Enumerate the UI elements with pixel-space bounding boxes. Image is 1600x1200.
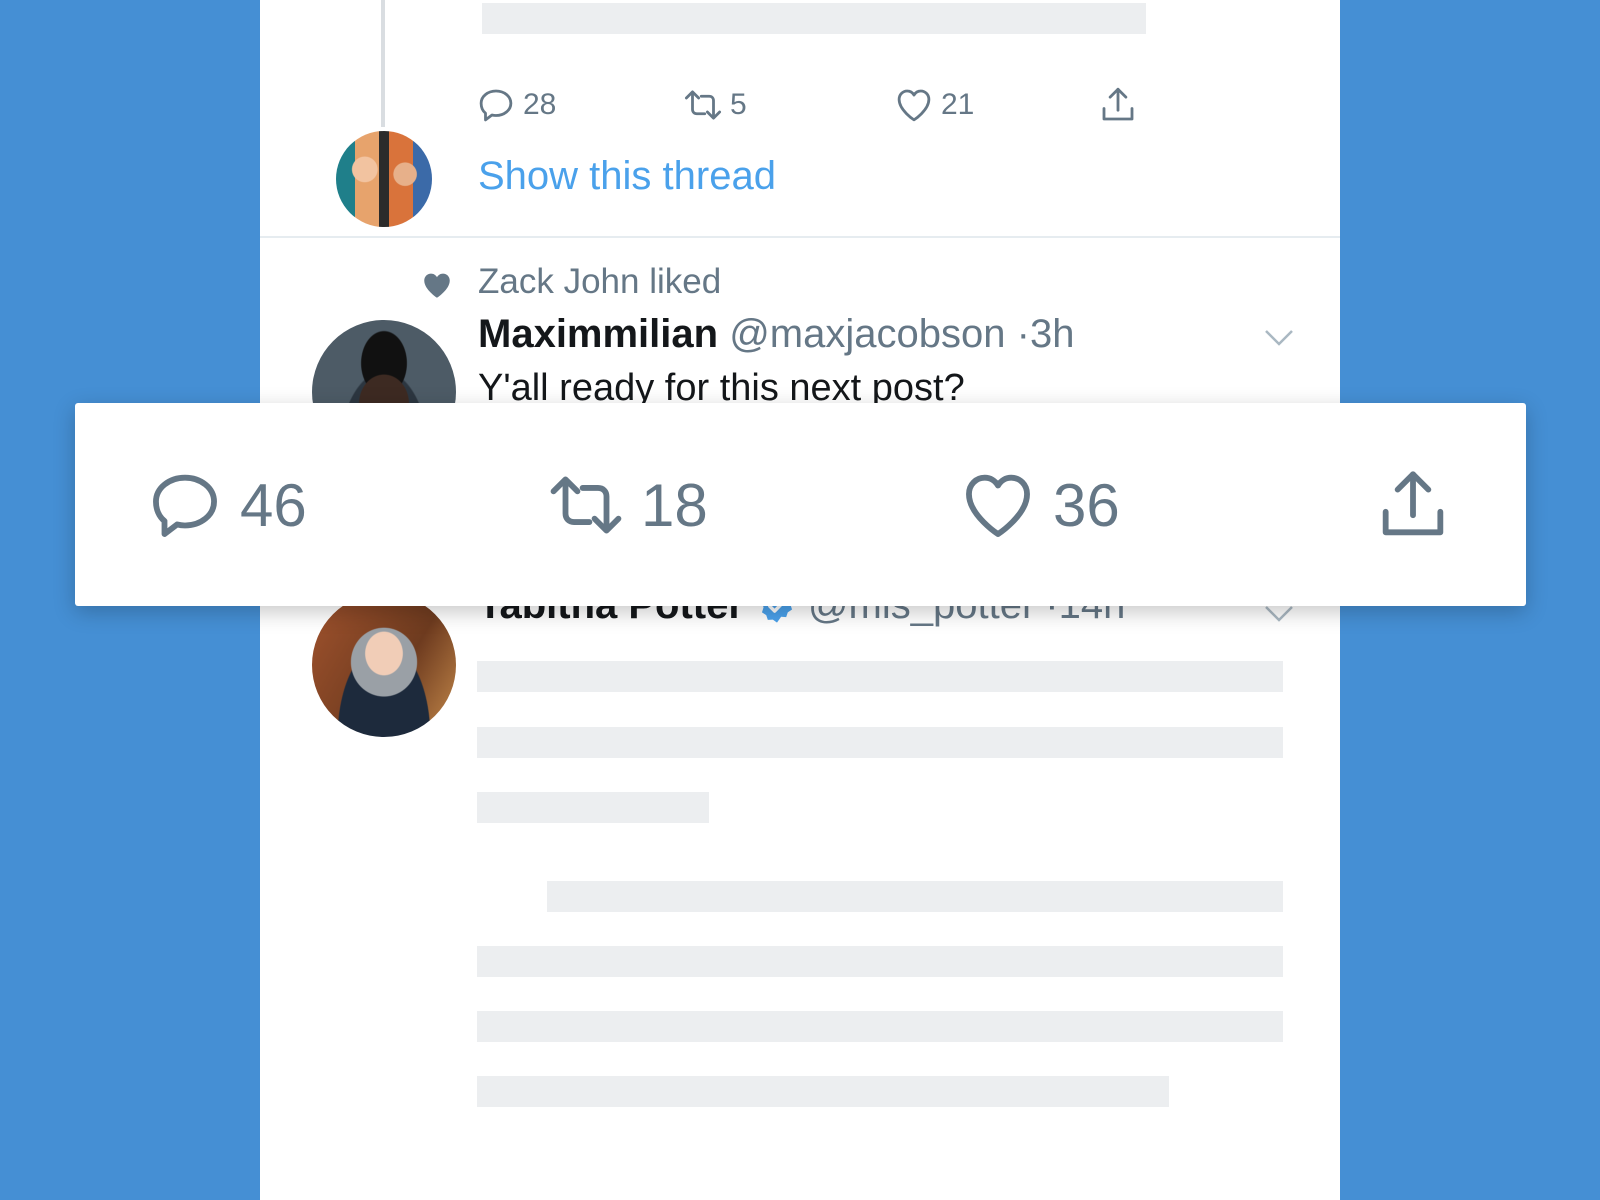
text-placeholder xyxy=(477,727,1283,758)
retweet-count: 5 xyxy=(730,88,747,121)
like-icon xyxy=(966,474,1030,537)
action-bar: 46 18 36 xyxy=(75,403,1526,606)
text-placeholder xyxy=(482,3,1146,34)
reply-count: 46 xyxy=(240,471,307,539)
share-button[interactable] xyxy=(1097,82,1145,128)
social-context: Zack John liked xyxy=(478,262,722,301)
text-placeholder xyxy=(477,792,709,823)
retweet-icon xyxy=(550,476,622,534)
share-button[interactable] xyxy=(1372,461,1468,549)
share-icon xyxy=(1102,87,1134,121)
like-button[interactable]: 21 xyxy=(893,82,974,128)
reply-button[interactable]: 28 xyxy=(475,82,556,128)
tweet-actions: 28 5 21 xyxy=(475,82,1155,128)
like-count: 21 xyxy=(941,88,975,121)
chevron-down-icon[interactable] xyxy=(1263,327,1295,349)
share-icon xyxy=(1382,471,1444,536)
text-placeholder xyxy=(547,881,1283,912)
heart-icon xyxy=(424,273,450,298)
reply-button[interactable]: 46 xyxy=(144,461,307,549)
text-placeholder xyxy=(477,1011,1283,1042)
reply-count: 28 xyxy=(523,88,557,121)
text-placeholder xyxy=(477,661,1283,692)
like-count: 36 xyxy=(1053,471,1120,539)
tweet-header: Maximmilian @maxjacobson ·3h xyxy=(478,312,1074,357)
like-icon xyxy=(897,89,931,122)
avatar[interactable] xyxy=(336,131,432,227)
text-placeholder xyxy=(477,946,1283,977)
reply-icon xyxy=(479,89,513,122)
retweet-icon xyxy=(684,90,722,120)
thread-line xyxy=(381,0,385,127)
like-button[interactable]: 36 xyxy=(957,461,1120,549)
author-handle[interactable]: @maxjacobson xyxy=(729,312,1005,356)
chevron-down-icon[interactable] xyxy=(1263,603,1295,625)
tweet-time[interactable]: ·3h xyxy=(1017,312,1075,356)
text-placeholder xyxy=(477,1076,1169,1107)
avatar[interactable] xyxy=(312,593,456,737)
divider xyxy=(260,236,1340,238)
retweet-count: 18 xyxy=(641,471,708,539)
author-name[interactable]: Maximmilian xyxy=(478,312,718,356)
retweet-button[interactable]: 5 xyxy=(682,82,747,128)
retweet-button[interactable]: 18 xyxy=(545,461,708,549)
reply-icon xyxy=(153,474,217,537)
show-thread-link[interactable]: Show this thread xyxy=(478,154,776,199)
